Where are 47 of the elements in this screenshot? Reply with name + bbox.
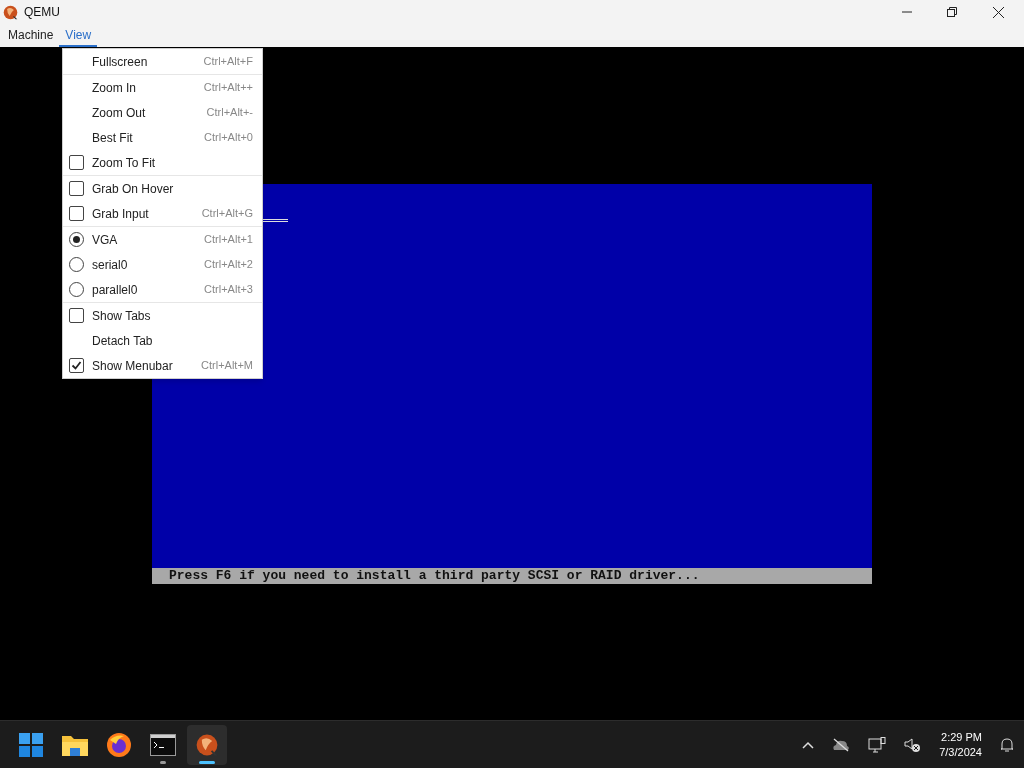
menu-item[interactable]: Fullscreen	[92, 52, 148, 71]
checkbox[interactable]	[69, 358, 84, 373]
shortcut-label: Ctrl+Alt+2	[204, 257, 253, 273]
menu-item[interactable]: Show Tabs	[92, 306, 151, 325]
clock-date[interactable]: 7/3/2024	[939, 744, 982, 760]
menu-item[interactable]: Best Fit	[92, 128, 133, 147]
shortcut-label: Ctrl+Alt++	[203, 80, 253, 96]
checkbox[interactable]	[69, 308, 84, 323]
qemu-logo-icon	[2, 3, 19, 21]
checkbox[interactable]	[69, 206, 84, 221]
network-icon[interactable]	[868, 736, 887, 753]
shortcut-label: Ctrl+Alt+3	[204, 282, 253, 298]
windows-logo-icon[interactable]	[18, 731, 44, 758]
clock-time[interactable]: 2:29 PM	[941, 729, 982, 745]
menu-item[interactable]: Detach Tab	[92, 331, 153, 350]
menu-item[interactable]: Grab Input	[92, 204, 149, 223]
shortcut-label: Ctrl+Alt+M	[201, 358, 253, 374]
radio-button[interactable]	[69, 257, 84, 272]
taskbar-button[interactable]	[187, 724, 227, 765]
close-icon[interactable]	[993, 6, 1004, 18]
menu-item[interactable]: Zoom To Fit	[92, 153, 156, 172]
shortcut-label: Ctrl+Alt+F	[203, 54, 253, 70]
checkbox[interactable]	[69, 181, 84, 196]
menu-bar-item[interactable]: Machine	[2, 24, 60, 47]
terminal-icon[interactable]	[150, 733, 176, 756]
menu-item[interactable]: Zoom In	[92, 78, 136, 97]
shortcut-label: Ctrl+Alt+0	[204, 130, 253, 146]
shortcut-label: Ctrl+Alt+1	[204, 232, 253, 248]
window-title: QEMU	[24, 4, 60, 21]
checkbox[interactable]	[69, 155, 84, 170]
bell-icon[interactable]	[1000, 736, 1014, 753]
menu-item[interactable]: VGA	[92, 230, 118, 249]
radio-button[interactable]	[69, 232, 84, 247]
underline-drawing	[262, 219, 288, 222]
speaker-muted-icon[interactable]	[904, 736, 922, 753]
chevron-up-icon[interactable]	[802, 740, 815, 749]
radio-button[interactable]	[69, 282, 84, 297]
cloud-off-icon[interactable]	[832, 737, 851, 752]
menu-item[interactable]: Show Menubar	[92, 356, 173, 375]
menu-item[interactable]: Grab On Hover	[92, 179, 174, 198]
menu-item[interactable]: serial0	[92, 255, 128, 274]
browser-icon[interactable]	[106, 731, 132, 758]
menu-item[interactable]: Zoom Out	[92, 103, 146, 122]
shortcut-label: Ctrl+Alt+G	[201, 206, 253, 222]
shortcut-label: Ctrl+Alt+-	[206, 105, 253, 121]
restore-icon[interactable]	[947, 7, 957, 17]
menu-item[interactable]: parallel0	[92, 280, 138, 299]
